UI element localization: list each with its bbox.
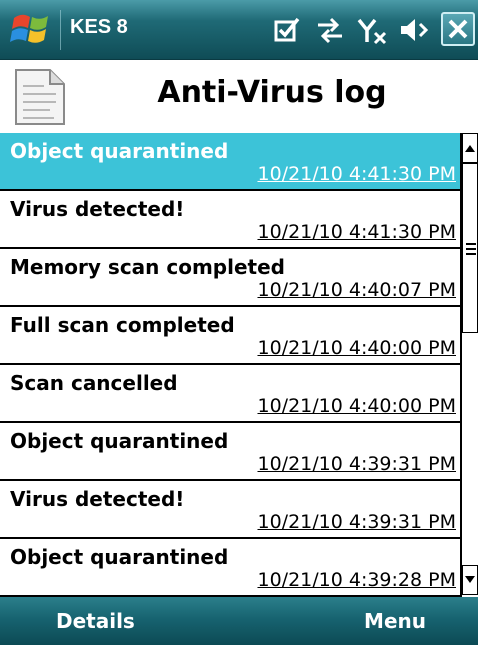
close-icon (448, 19, 468, 39)
log-event: Virus detected! (10, 487, 185, 511)
page-header: Anti-Virus log (0, 60, 478, 132)
log-timestamp: 10/21/10 4:40:07 PM (257, 279, 456, 301)
grip-line (466, 253, 476, 255)
status-bar: KES 8 (0, 0, 478, 60)
grip-line (466, 248, 476, 250)
speaker-muted-icon[interactable] (398, 14, 430, 46)
scroll-thumb[interactable] (462, 163, 478, 333)
list-item[interactable]: Virus detected! 10/21/10 4:41:30 PM (0, 191, 460, 249)
list-item[interactable]: Full scan completed 10/21/10 4:40:00 PM (0, 307, 460, 365)
status-separator (60, 10, 61, 50)
menu-softkey[interactable]: Menu (364, 609, 426, 633)
list-item[interactable]: Scan cancelled 10/21/10 4:40:00 PM (0, 365, 460, 423)
scroll-down-button[interactable] (462, 565, 478, 595)
list-item[interactable]: Memory scan completed 10/21/10 4:40:07 P… (0, 249, 460, 307)
windows-start-icon[interactable] (8, 8, 56, 52)
log-event: Object quarantined (10, 545, 229, 569)
list-item[interactable]: Object quarantined 10/21/10 4:39:28 PM (0, 539, 460, 597)
close-button[interactable] (441, 12, 475, 46)
log-event: Object quarantined (10, 429, 229, 453)
log-event: Full scan completed (10, 313, 235, 337)
log-event: Memory scan completed (10, 255, 285, 279)
arrow-up-icon (465, 145, 475, 152)
arrow-down-icon (465, 576, 475, 583)
log-timestamp: 10/21/10 4:40:00 PM (257, 395, 456, 417)
log-event: Object quarantined (10, 139, 229, 163)
list-item[interactable]: Virus detected! 10/21/10 4:39:31 PM (0, 481, 460, 539)
log-timestamp: 10/21/10 4:39:31 PM (257, 511, 456, 533)
softkey-bar: Details Menu (0, 597, 478, 645)
scroll-up-button[interactable] (462, 133, 478, 163)
log-timestamp: 10/21/10 4:39:28 PM (257, 569, 456, 591)
log-list[interactable]: Object quarantined 10/21/10 4:41:30 PM V… (0, 133, 460, 597)
connectivity-icon[interactable] (314, 14, 346, 46)
log-timestamp: 10/21/10 4:40:00 PM (257, 337, 456, 359)
list-item[interactable]: Object quarantined 10/21/10 4:41:30 PM (0, 133, 460, 191)
checkbox-icon[interactable] (272, 14, 304, 46)
details-softkey[interactable]: Details (56, 609, 135, 633)
log-timestamp: 10/21/10 4:41:30 PM (257, 163, 456, 185)
log-event: Virus detected! (10, 197, 185, 221)
log-timestamp: 10/21/10 4:39:31 PM (257, 453, 456, 475)
log-event: Scan cancelled (10, 371, 178, 395)
page-title: Anti-Virus log (157, 75, 387, 110)
grip-line (466, 243, 476, 245)
document-icon (15, 69, 65, 125)
app-name: KES 8 (70, 16, 128, 38)
scrollbar[interactable] (460, 133, 478, 597)
log-timestamp: 10/21/10 4:41:30 PM (257, 221, 456, 243)
no-signal-icon[interactable] (356, 14, 388, 46)
list-item[interactable]: Object quarantined 10/21/10 4:39:31 PM (0, 423, 460, 481)
